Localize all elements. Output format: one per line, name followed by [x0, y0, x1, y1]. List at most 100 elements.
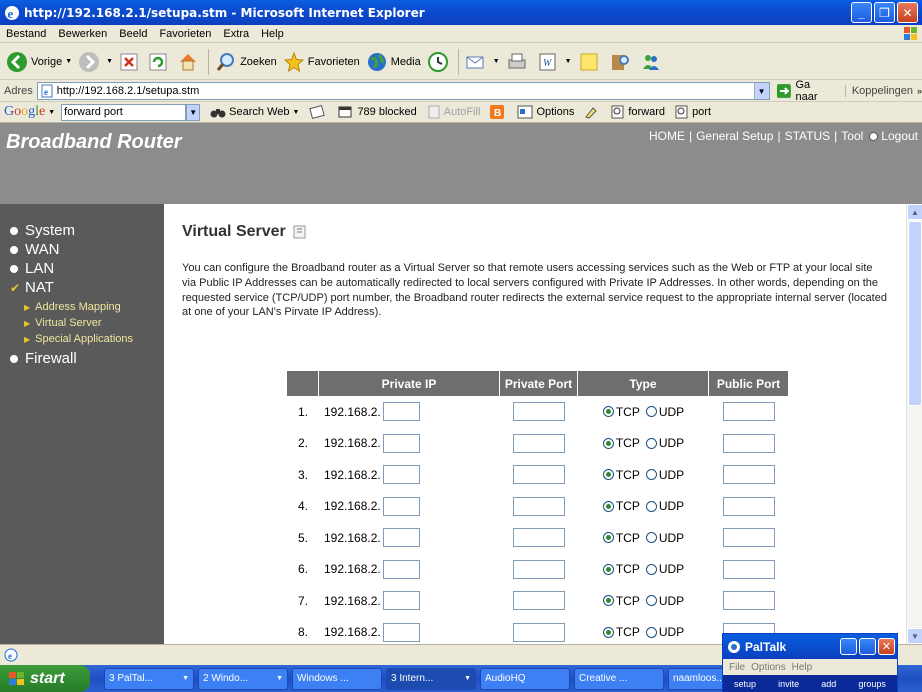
- udp-radio[interactable]: [645, 626, 657, 638]
- menu-extra[interactable]: Extra: [217, 28, 255, 40]
- menu-favorieten[interactable]: Favorieten: [153, 28, 217, 40]
- address-input[interactable]: e http://192.168.2.1/setupa.stm ▼: [36, 82, 770, 100]
- private-ip-input[interactable]: [382, 465, 420, 485]
- search-term-port[interactable]: port: [675, 105, 711, 119]
- taskbar-button-paltalk[interactable]: 3 PalTal... ▼: [104, 667, 194, 690]
- tcp-option[interactable]: TCP: [602, 625, 640, 639]
- highlight-button[interactable]: [584, 105, 601, 119]
- start-button[interactable]: start: [0, 665, 90, 692]
- public-port-input[interactable]: [723, 591, 775, 611]
- private-ip-input[interactable]: [382, 433, 420, 453]
- paltalk-menu-file[interactable]: File: [729, 662, 745, 673]
- paltalk-maximize-button[interactable]: [859, 638, 876, 655]
- google-logo[interactable]: Google: [4, 104, 45, 120]
- refresh-button[interactable]: [148, 52, 171, 72]
- go-button[interactable]: Ga naar: [776, 79, 835, 103]
- udp-option[interactable]: UDP: [645, 499, 684, 513]
- udp-radio[interactable]: [645, 437, 657, 449]
- private-port-input[interactable]: [513, 465, 565, 485]
- sidebar-subitem-special-applications[interactable]: ▶ Special Applications: [24, 333, 133, 345]
- google-search-input[interactable]: forward port: [61, 103, 187, 121]
- public-port-input[interactable]: [723, 465, 775, 485]
- public-port-input[interactable]: [723, 559, 775, 579]
- stop-button[interactable]: [119, 52, 142, 72]
- private-ip-input[interactable]: [382, 591, 420, 611]
- private-ip-input[interactable]: [382, 528, 420, 548]
- public-port-input[interactable]: [723, 433, 775, 453]
- sidebar-item-lan[interactable]: LAN: [10, 260, 54, 277]
- private-ip-input[interactable]: [382, 402, 420, 422]
- udp-radio[interactable]: [645, 532, 657, 544]
- paltalk-groups-button[interactable]: groups: [858, 679, 886, 689]
- tcp-radio[interactable]: [602, 469, 614, 481]
- taskbar-button-explorer[interactable]: 2 Windo... ▼: [198, 667, 288, 690]
- paltalk-invite-button[interactable]: invite: [778, 679, 799, 689]
- options-button[interactable]: Options: [517, 105, 574, 119]
- nav-general-setup-link[interactable]: General Setup: [696, 129, 773, 143]
- tcp-option[interactable]: TCP: [602, 436, 640, 450]
- tcp-radio[interactable]: [602, 532, 614, 544]
- favorites-button[interactable]: Favorieten: [283, 51, 360, 73]
- tcp-option[interactable]: TCP: [602, 499, 640, 513]
- udp-radio[interactable]: [645, 563, 657, 575]
- tcp-radio[interactable]: [602, 595, 614, 607]
- tcp-radio[interactable]: [602, 437, 614, 449]
- menu-bewerken[interactable]: Bewerken: [52, 28, 113, 40]
- tcp-radio[interactable]: [602, 406, 614, 418]
- scroll-down-icon[interactable]: ▼: [907, 628, 922, 644]
- menu-bestand[interactable]: Bestand: [0, 28, 52, 40]
- tcp-option[interactable]: TCP: [602, 562, 640, 576]
- home-button[interactable]: [177, 51, 202, 73]
- udp-radio[interactable]: [645, 500, 657, 512]
- search-web-button[interactable]: Search Web ▼: [210, 105, 299, 119]
- forward-button[interactable]: ▼: [78, 51, 113, 73]
- google-search-dropdown-icon[interactable]: ▼: [186, 103, 201, 121]
- udp-option[interactable]: UDP: [645, 436, 684, 450]
- paltalk-close-button[interactable]: ✕: [878, 638, 895, 655]
- paltalk-add-button[interactable]: add: [821, 679, 836, 689]
- search-term-forward[interactable]: forward: [611, 105, 665, 119]
- menu-help[interactable]: Help: [255, 28, 290, 40]
- public-port-input[interactable]: [723, 528, 775, 548]
- private-port-input[interactable]: [513, 559, 565, 579]
- discuss-button[interactable]: [578, 51, 603, 73]
- nav-home-link[interactable]: HOME: [649, 129, 685, 143]
- private-ip-input[interactable]: [382, 559, 420, 579]
- private-port-input[interactable]: [513, 591, 565, 611]
- autofill-button[interactable]: AutoFill: [427, 105, 480, 119]
- nav-status-link[interactable]: STATUS: [785, 129, 831, 143]
- public-port-input[interactable]: [723, 496, 775, 516]
- udp-radio[interactable]: [645, 406, 657, 418]
- udp-radio[interactable]: [645, 469, 657, 481]
- taskbar-button-audiohq[interactable]: AudioHQ: [480, 667, 570, 690]
- private-port-input[interactable]: [513, 622, 565, 642]
- mail-button[interactable]: ▼: [465, 51, 500, 73]
- scroll-thumb[interactable]: [908, 221, 922, 406]
- popup-blocker-button[interactable]: 789 blocked: [338, 105, 417, 119]
- tcp-option[interactable]: TCP: [602, 594, 640, 608]
- links-chevron-icon[interactable]: »: [917, 86, 922, 96]
- paltalk-menu-options[interactable]: Options: [751, 662, 785, 673]
- research-button[interactable]: [609, 51, 634, 73]
- paltalk-minimize-button[interactable]: [840, 638, 857, 655]
- private-port-input[interactable]: [513, 496, 565, 516]
- help-icon[interactable]: [292, 224, 308, 240]
- tcp-radio[interactable]: [602, 626, 614, 638]
- media-button[interactable]: Media: [366, 51, 421, 73]
- private-port-input[interactable]: [513, 433, 565, 453]
- search-button[interactable]: Zoeken: [215, 51, 277, 73]
- edit-button[interactable]: W ▼: [537, 51, 572, 73]
- sidebar-item-system[interactable]: System: [10, 222, 75, 239]
- udp-option[interactable]: UDP: [645, 562, 684, 576]
- udp-radio[interactable]: [645, 595, 657, 607]
- taskbar-button-windows[interactable]: Windows ...: [292, 667, 382, 690]
- maximize-button[interactable]: ❐: [874, 2, 895, 23]
- taskbar-button-creative[interactable]: Creative ...: [574, 667, 664, 690]
- vertical-scrollbar[interactable]: ▲ ▼: [906, 204, 922, 644]
- links-button[interactable]: Koppelingen: [844, 85, 913, 97]
- udp-option[interactable]: UDP: [645, 468, 684, 482]
- news-button[interactable]: [309, 105, 328, 119]
- udp-option[interactable]: UDP: [645, 531, 684, 545]
- nav-tool-link[interactable]: Tool: [841, 129, 863, 143]
- sidebar-subitem-address-mapping[interactable]: ▶ Address Mapping: [24, 301, 121, 313]
